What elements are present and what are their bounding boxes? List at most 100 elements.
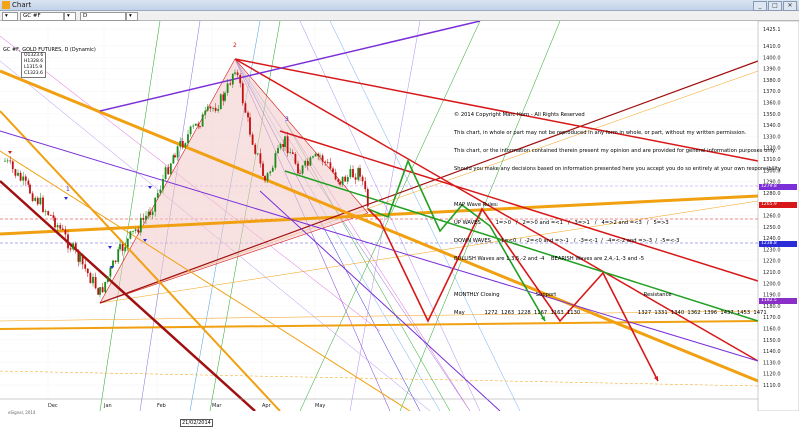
candle-body: [184, 143, 187, 148]
candle-body: [187, 134, 189, 144]
candle-body: [34, 197, 37, 201]
x-tick-label: Feb: [157, 403, 166, 409]
x-tick-label: Apr: [262, 403, 272, 409]
candle-body: [314, 153, 317, 157]
candle-body: [167, 167, 170, 175]
window-title: Chart: [12, 1, 32, 9]
candle-body: [14, 169, 17, 176]
candle-body: [52, 215, 55, 218]
candle-body: [277, 148, 279, 154]
info-line: Should you make any decisions based on i…: [454, 166, 782, 172]
minimize-button[interactable]: _: [753, 1, 767, 11]
candle-body: [67, 234, 69, 249]
candle-body: [284, 136, 286, 147]
candle-body: [319, 155, 321, 157]
candle-body: [301, 165, 304, 174]
candle-body: [179, 141, 182, 147]
candle-body: [352, 169, 354, 178]
candle-body: [197, 123, 200, 127]
candle-body: [262, 163, 264, 176]
candle-body: [244, 103, 247, 113]
candle-body: [159, 189, 162, 194]
candle-body: [77, 250, 80, 262]
candle-body: [19, 172, 22, 181]
candle-body: [132, 230, 134, 232]
candle-body: [312, 156, 314, 158]
candle-body: [64, 229, 67, 235]
interval-dropdown-icon[interactable]: ▾: [126, 12, 138, 21]
candle-body: [364, 181, 367, 190]
candle-body: [109, 267, 112, 277]
info-line: © 2014 Copyright Marc Horn - All Rights …: [454, 112, 585, 118]
candle-body: [346, 177, 349, 182]
candle-body: [164, 167, 167, 180]
candle-body: [366, 189, 369, 207]
price-tag: 1182.5: [759, 298, 797, 304]
ohlc-box: O1323.6 H1328.6 L1315.9 C1323.6: [21, 52, 47, 78]
candle-body: [6, 160, 9, 162]
candle-body: [56, 225, 59, 228]
wave-label-2: 2: [233, 42, 237, 49]
candle-body: [86, 268, 89, 274]
close-value: C1323.6: [24, 71, 43, 76]
candle-body: [361, 176, 364, 182]
maximize-button[interactable]: □: [768, 1, 782, 11]
info-line: May 1272 1263 1228 1167 1163 1130 1327 1…: [454, 310, 767, 316]
info-line: This chart, or the information contained…: [454, 148, 777, 154]
candle-body: [271, 167, 274, 172]
candle-body: [212, 107, 214, 109]
candle-body: [24, 176, 27, 181]
candle-body: [176, 146, 179, 158]
candle-body: [89, 273, 92, 284]
candle-body: [266, 173, 269, 181]
x-tick-label: Jan: [103, 403, 112, 409]
candle-body: [282, 144, 285, 147]
y-tick-label: 1380.0: [763, 78, 781, 84]
y-tick-label: 1110.0: [763, 383, 781, 389]
candle-body: [192, 125, 195, 127]
x-tick-label: May: [315, 403, 325, 409]
candle-body: [81, 254, 84, 265]
candle-body: [259, 153, 262, 164]
interval-input[interactable]: D: [80, 12, 126, 21]
candle-body: [17, 172, 19, 176]
candle-body: [126, 238, 129, 248]
chart-area[interactable]: 1425.1 1410.0 1400.0 1390.0 1380.0 1370.0 1360…: [0, 21, 799, 427]
candle-body: [151, 211, 154, 216]
candle-body: [169, 163, 172, 175]
price-tag: 1265.9: [759, 202, 797, 208]
close-button[interactable]: ✕: [783, 1, 797, 11]
candle-body: [326, 162, 329, 163]
candle-body: [97, 288, 100, 295]
candle-body: [72, 243, 75, 250]
candle-body: [341, 176, 344, 185]
candle-body: [241, 83, 244, 104]
x-tick-label: Mar: [212, 403, 222, 409]
candle-body: [231, 73, 234, 85]
candle-body: [251, 134, 254, 145]
candle-body: [234, 72, 236, 74]
y-tick-label: 1400.0: [763, 55, 781, 61]
date-readout: 21/02/2014: [180, 419, 213, 427]
candle-body: [11, 161, 14, 170]
candle-body: [101, 287, 104, 293]
candle-body: [149, 211, 151, 216]
symbol-dropdown-icon[interactable]: ▾: [64, 12, 76, 21]
candle-body: [54, 217, 56, 228]
candle-body: [22, 176, 25, 181]
chart-menu-button[interactable]: ▾: [2, 12, 18, 21]
info-line: [454, 184, 781, 190]
candle-body: [304, 160, 307, 166]
info-line: MONTHLY Closing Support Resistance: [454, 292, 672, 298]
candle-body: [222, 94, 225, 101]
candle-body: [145, 215, 147, 220]
symbol-input[interactable]: GC #F: [20, 12, 64, 21]
candle-body: [226, 83, 229, 93]
candle-body: [134, 229, 137, 231]
candle-body: [321, 155, 324, 162]
candle-body: [4, 160, 6, 162]
candle-body: [309, 157, 312, 166]
candle-body: [47, 211, 50, 215]
candle-body: [154, 197, 157, 212]
candle-body: [174, 155, 176, 158]
